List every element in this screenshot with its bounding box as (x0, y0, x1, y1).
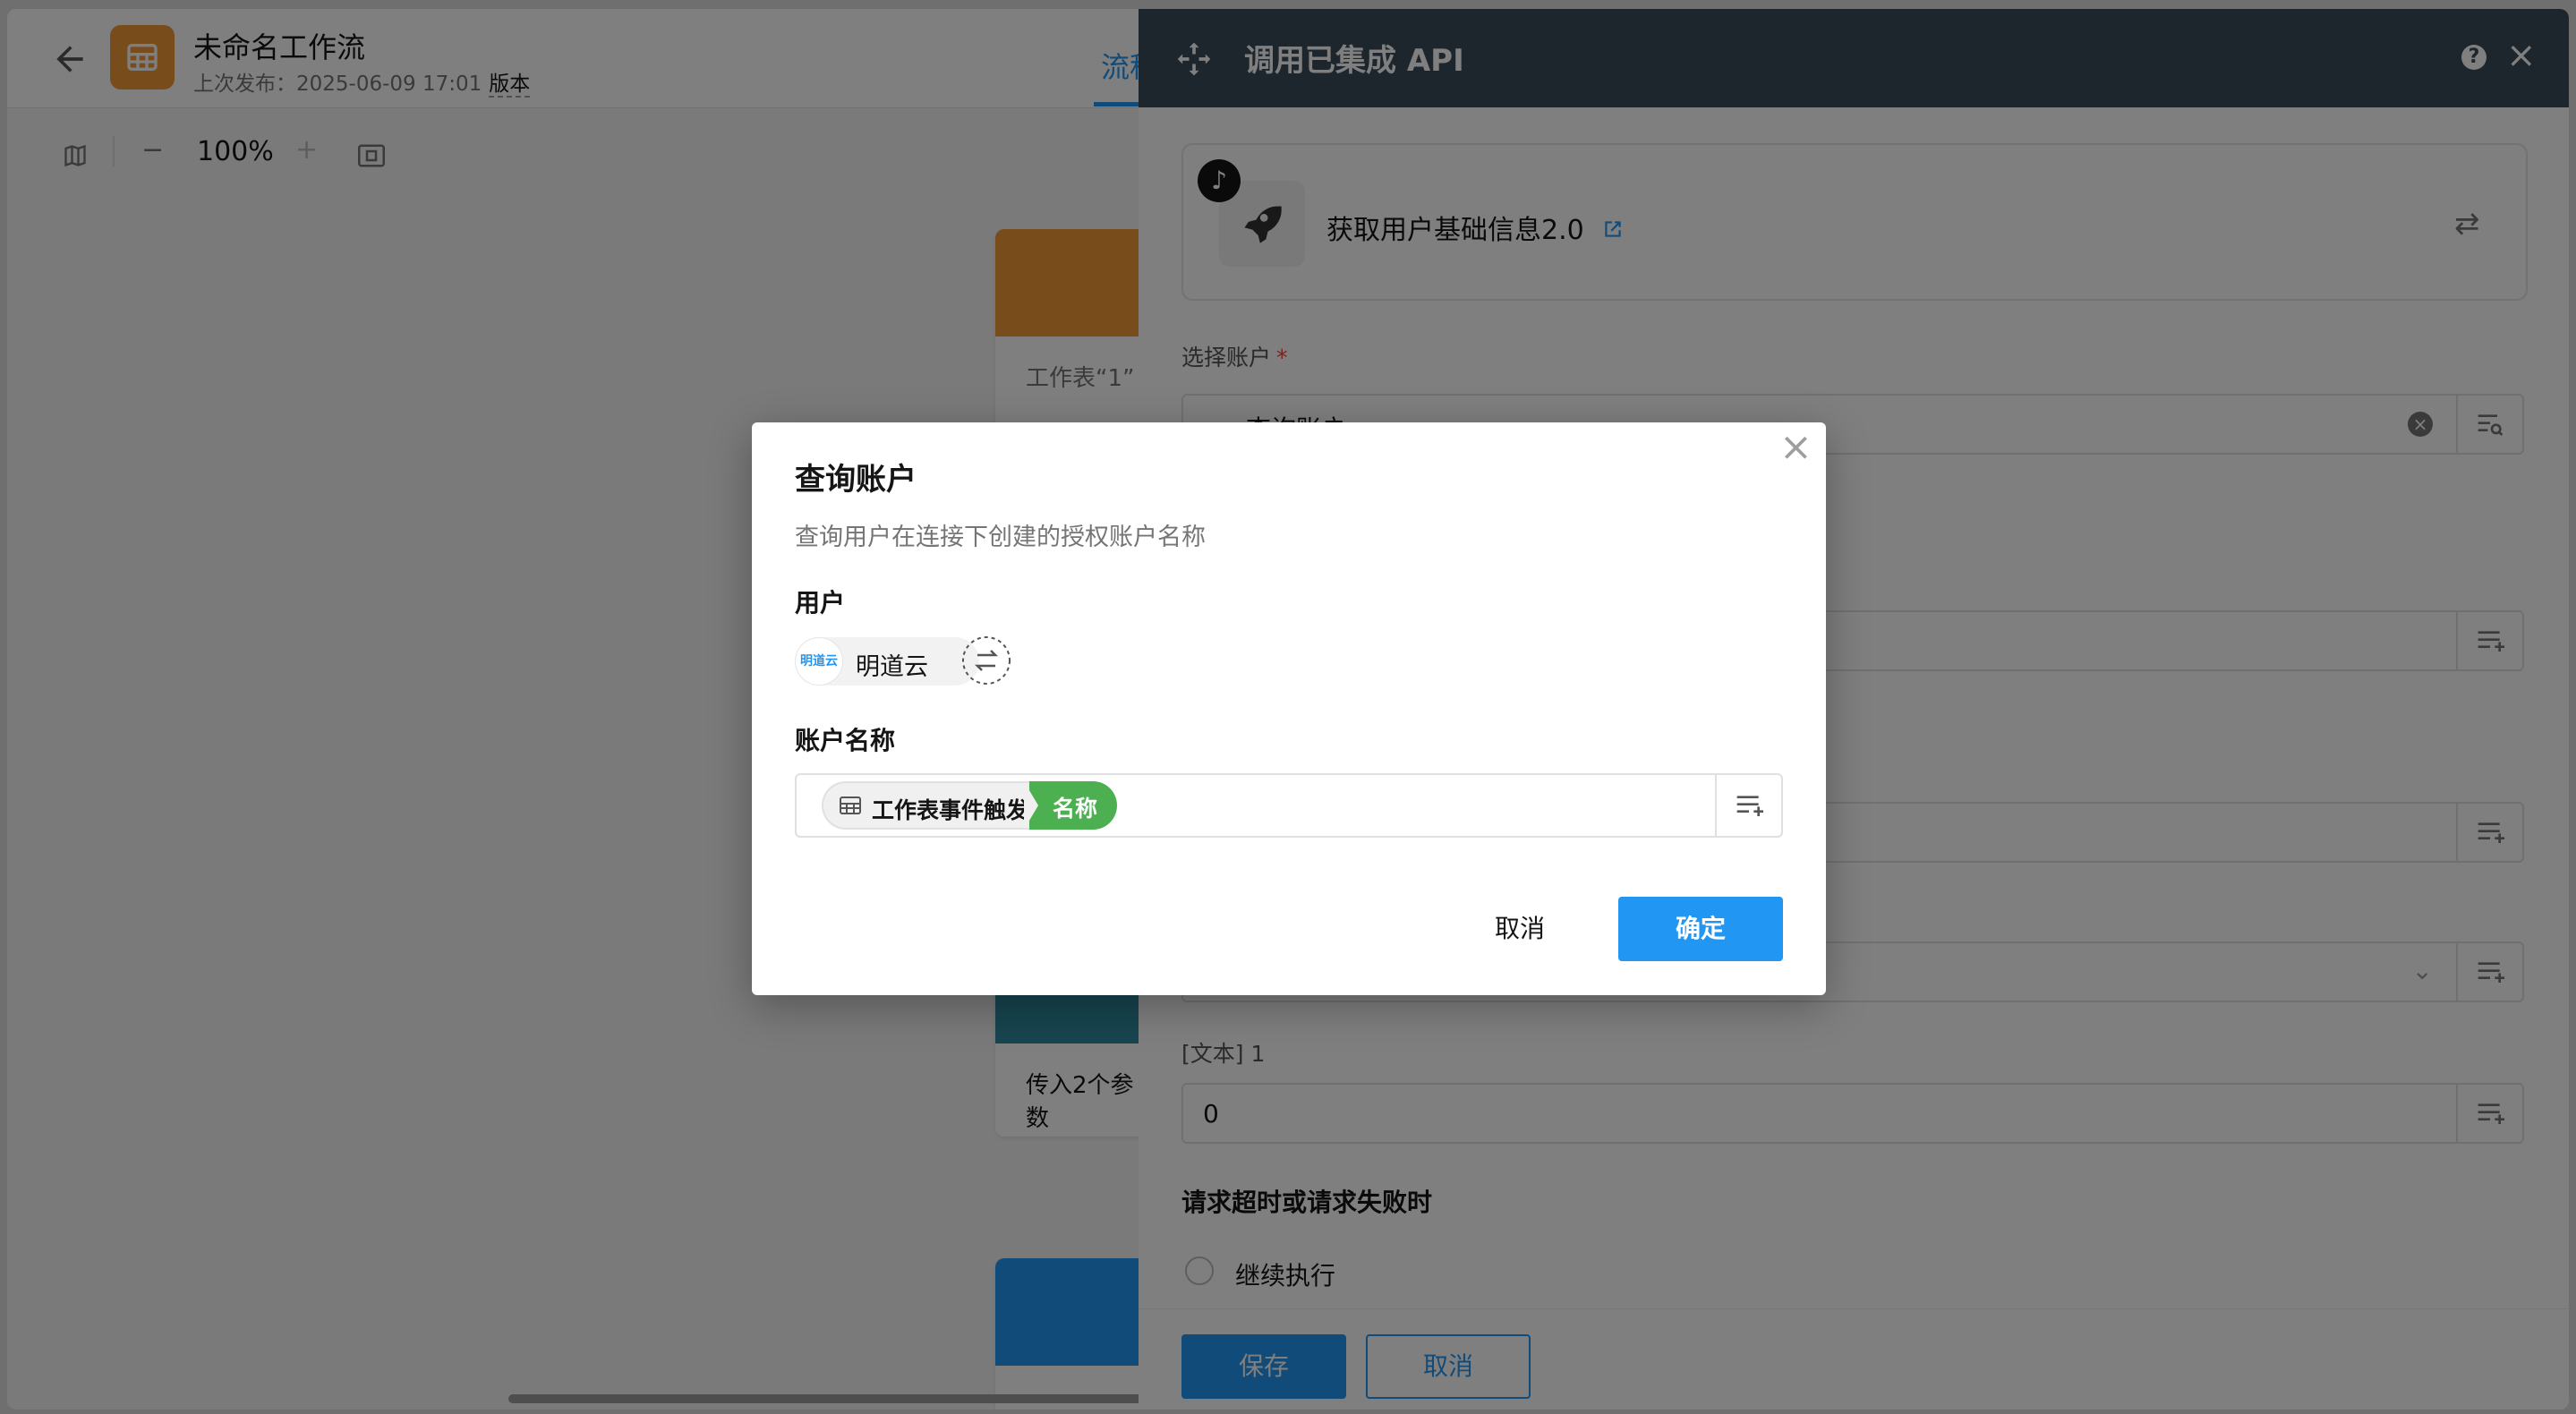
user-chip[interactable]: 明道云 明道云 (795, 637, 979, 686)
dialog-description: 查询用户在连接下创建的授权账户名称 (795, 524, 1206, 551)
dialog-cancel-button[interactable]: 取消 (1448, 897, 1591, 961)
insert-variable-icon (1736, 796, 1763, 816)
avatar: 明道云 (795, 637, 843, 686)
dialog-title: 查询账户 (795, 462, 917, 498)
variable-source-name: 工作表事件触发 (872, 797, 1029, 823)
user-name: 明道云 (856, 653, 928, 681)
variable-field: 名称 (1029, 781, 1117, 830)
account-name-label: 账户名称 (795, 726, 896, 755)
variable-field-name: 名称 (1053, 796, 1098, 822)
switch-user-icon[interactable] (960, 634, 1013, 687)
query-account-dialog: × 查询账户 查询用户在连接下创建的授权账户名称 用户 明道云 明道云 账户名称… (752, 422, 1826, 995)
account-name-field[interactable]: 工作表事件触发 名称 (795, 773, 1783, 838)
variable-source: 工作表事件触发 (822, 781, 1036, 830)
insert-variable-button[interactable] (1715, 775, 1781, 836)
user-label: 用户 (795, 588, 846, 618)
dialog-confirm-button[interactable]: 确定 (1618, 897, 1783, 961)
table-icon (840, 796, 861, 814)
tag-arrow (1024, 781, 1038, 830)
dialog-close-icon[interactable]: × (1779, 428, 1813, 467)
